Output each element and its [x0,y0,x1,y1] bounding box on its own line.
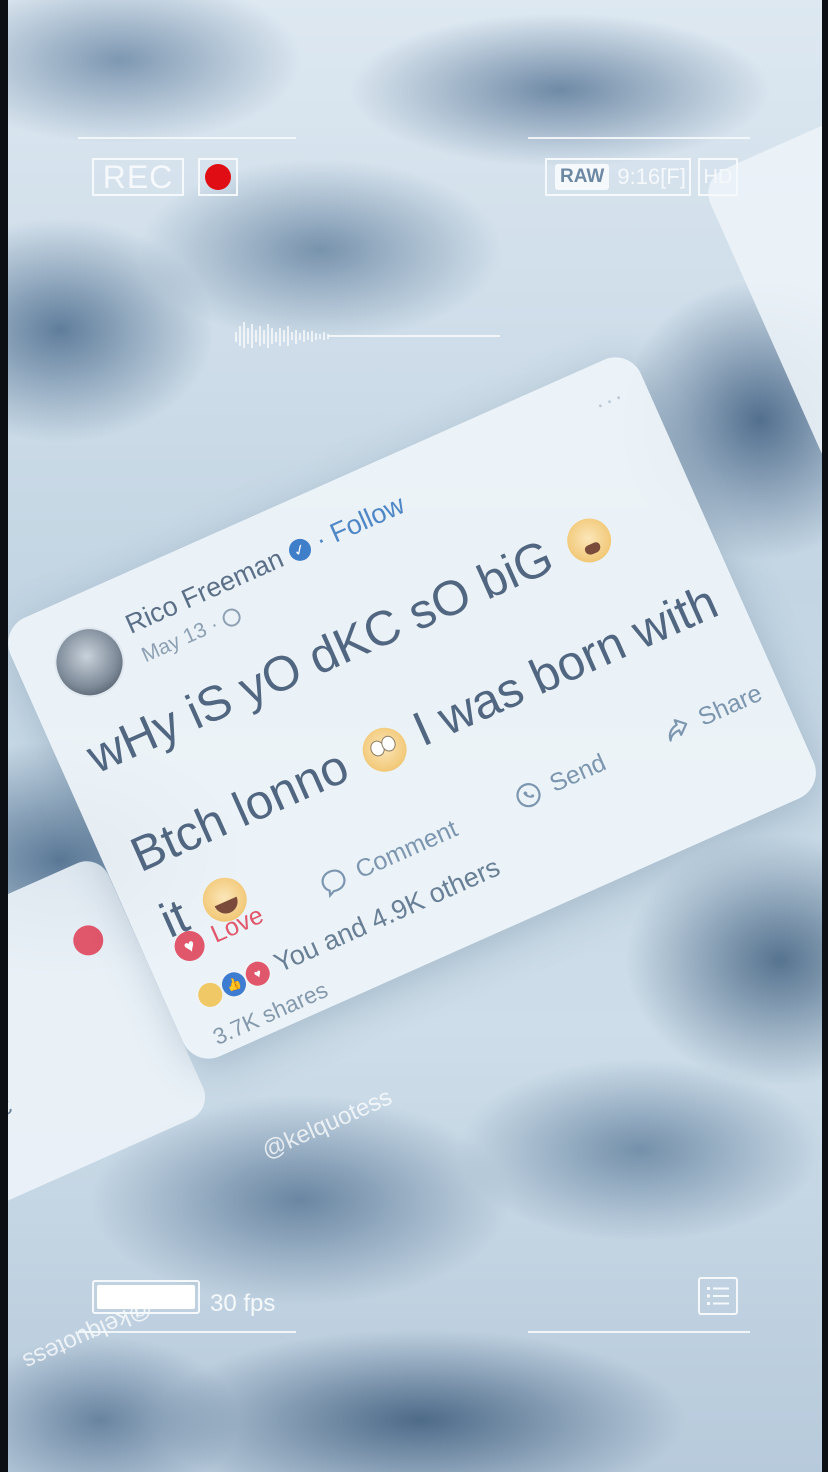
more-options-icon[interactable]: ··· [591,382,630,420]
author-avatar[interactable] [43,616,136,709]
battery-fill [97,1285,195,1309]
rolling-eyes-emoji-icon [355,720,414,779]
raw-badge: RAW [555,164,610,190]
hd-badge: HD [698,158,738,196]
record-button[interactable] [198,158,238,196]
frame-corner-line [78,137,296,139]
rec-label: REC [92,158,184,196]
list-icon [707,1287,729,1305]
record-dot-icon [205,164,231,190]
right-edge-border [822,0,828,1472]
battery-indicator [92,1280,200,1314]
weary-face-emoji-icon [560,511,619,570]
frame-corner-line [528,1331,750,1333]
menu-list-button[interactable] [698,1277,738,1315]
fps-label: 30 fps [210,1290,276,1317]
audio-waveform [235,322,500,348]
left-edge-border [0,0,8,1472]
post-card: Rico Freeman ✓ · Follow May 13 · ··· wHy… [0,348,825,1068]
verified-badge-icon: ✓ [284,535,314,565]
aspect-ratio-text: 9:16[F] [617,164,686,189]
post-card-container: Rico Freeman ✓ · Follow May 13 · ··· wHy… [0,300,828,1160]
frame-corner-line [528,137,750,139]
follow-button[interactable]: · Follow [310,489,409,556]
resolution-indicator: RAW 9:16[F] [545,158,691,196]
globe-icon [219,605,244,630]
frame-corner-line [78,1331,296,1333]
